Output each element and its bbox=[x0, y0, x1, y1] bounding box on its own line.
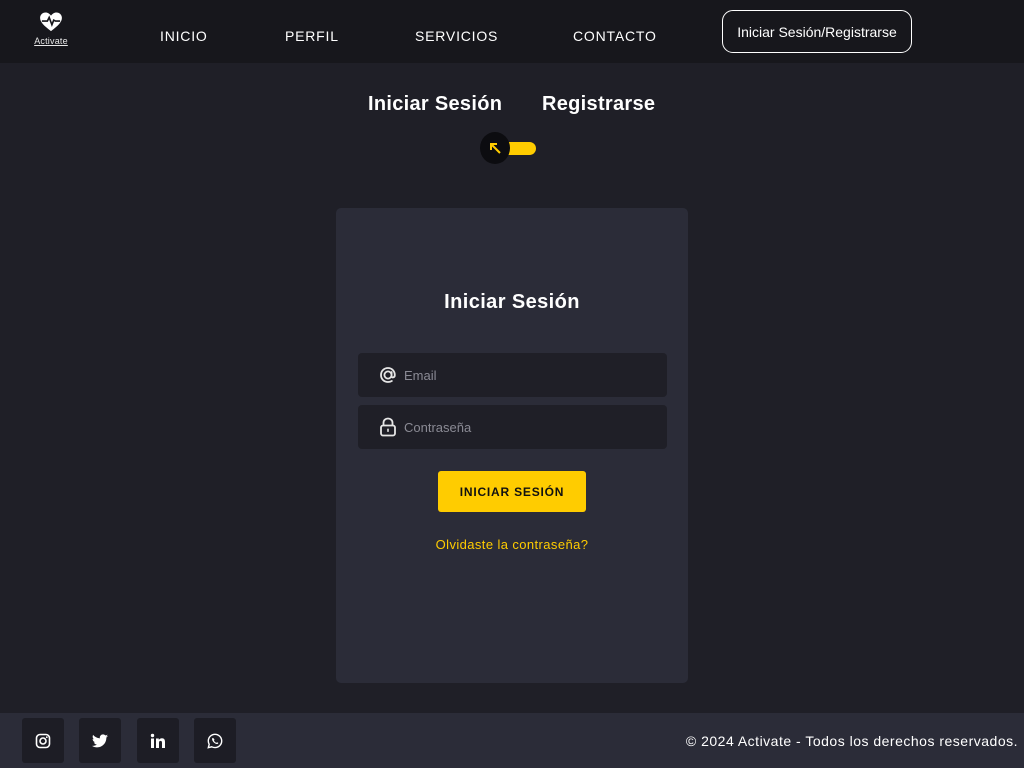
twitter-icon bbox=[92, 733, 108, 747]
switch-register-label[interactable]: Registrarse bbox=[542, 93, 655, 116]
logo[interactable]: Activate bbox=[30, 12, 72, 54]
whatsapp-button[interactable] bbox=[194, 718, 236, 763]
copyright-text: © 2024 Activate - Todos los derechos res… bbox=[685, 733, 1018, 749]
instagram-icon bbox=[35, 733, 51, 748]
heart-pulse-icon bbox=[40, 12, 62, 32]
arrow-up-left-icon bbox=[490, 143, 501, 154]
lock-icon bbox=[377, 416, 399, 438]
nav-link-inicio[interactable]: INICIO bbox=[160, 28, 208, 44]
nav-link-servicios[interactable]: SERVICIOS bbox=[415, 28, 498, 44]
toggle-knob[interactable] bbox=[480, 132, 510, 164]
login-card: Iniciar Sesión INICIAR SESIÓN Olvidaste … bbox=[336, 208, 688, 683]
login-submit-button[interactable]: INICIAR SESIÓN bbox=[438, 471, 586, 512]
switch-login-label[interactable]: Iniciar Sesión bbox=[368, 93, 502, 116]
password-input[interactable] bbox=[404, 405, 654, 449]
email-field-container bbox=[358, 353, 667, 397]
password-field-container bbox=[358, 405, 667, 449]
logo-text: Activate bbox=[34, 36, 68, 46]
linkedin-button[interactable] bbox=[137, 718, 179, 763]
instagram-button[interactable] bbox=[22, 718, 64, 763]
whatsapp-icon bbox=[207, 733, 223, 749]
twitter-button[interactable] bbox=[79, 718, 121, 763]
form-title: Iniciar Sesión bbox=[444, 291, 580, 313]
nav-link-contacto[interactable]: CONTACTO bbox=[573, 28, 657, 44]
linkedin-icon bbox=[150, 733, 165, 748]
login-register-button[interactable]: Iniciar Sesión/Registrarse bbox=[722, 10, 912, 53]
at-icon bbox=[377, 364, 399, 386]
forgot-password-link[interactable]: Olvidaste la contraseña? bbox=[336, 537, 688, 552]
top-navbar: Activate INICIO PERFIL SERVICIOS CONTACT… bbox=[0, 0, 1024, 63]
nav-link-perfil[interactable]: PERFIL bbox=[285, 28, 339, 44]
email-input[interactable] bbox=[404, 353, 654, 397]
footer: © 2024 Activate - Todos los derechos res… bbox=[0, 713, 1024, 768]
